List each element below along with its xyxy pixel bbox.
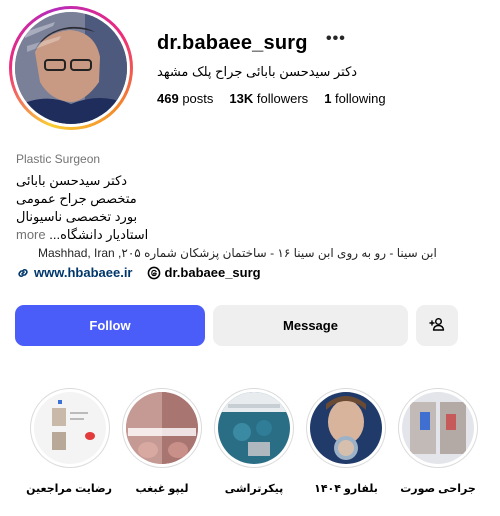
threads-link[interactable]: dr.babaee_surg xyxy=(147,265,261,280)
highlight-ring xyxy=(122,388,202,468)
profile-bio: دکتر سیدحسن بابائی متخصص جراح عمومی بورد… xyxy=(16,172,276,244)
following-number: 1 xyxy=(324,91,332,106)
avatar xyxy=(15,12,127,124)
message-button[interactable]: Message xyxy=(213,305,408,346)
highlight-item[interactable]: رضایت مراجعین xyxy=(26,388,112,495)
highlight-cover xyxy=(126,392,198,464)
highlight-item[interactable]: لیپو غبغب xyxy=(120,388,204,495)
highlight-cover xyxy=(310,392,382,464)
story-highlights: رضایت مراجعین لیپو غبغب پیکرتراشی بلفارو… xyxy=(0,388,500,508)
highlight-label: رضایت مراجعین xyxy=(26,483,112,495)
highlight-label: بلفارو ۱۴۰۴ xyxy=(314,483,378,495)
highlight-ring xyxy=(306,388,386,468)
highlight-item[interactable]: جراحی صورت xyxy=(396,388,480,495)
more-options-icon[interactable]: ••• xyxy=(326,30,346,48)
highlight-cover xyxy=(34,392,106,464)
highlight-item[interactable]: بلفارو ۱۴۰۴ xyxy=(304,388,388,495)
highlight-label: جراحی صورت xyxy=(400,483,476,495)
threads-link-text: dr.babaee_surg xyxy=(164,265,261,280)
website-link-text: www.hbabaee.ir xyxy=(34,265,133,280)
highlight-label: پیکرتراشی xyxy=(224,483,284,495)
bio-line: دکتر سیدحسن بابائی xyxy=(16,173,128,188)
bio-line: بورد تخصصی ناسیونال xyxy=(16,209,138,224)
profile-full-name: دکتر سیدحسن بابائی جراح پلک مشهد xyxy=(157,64,358,79)
bio-more-link[interactable]: more xyxy=(16,227,46,242)
highlight-item[interactable]: پیکرتراشی xyxy=(212,388,296,495)
profile-avatar-ring[interactable] xyxy=(9,6,133,130)
posts-label: posts xyxy=(182,91,214,106)
highlight-ring xyxy=(30,388,110,468)
website-link[interactable]: www.hbabaee.ir xyxy=(16,265,133,280)
link-icon xyxy=(16,266,30,280)
follow-button[interactable]: Follow xyxy=(15,305,205,346)
bio-line-last: استادیار دانشگاه... more xyxy=(16,226,276,244)
highlight-cover xyxy=(402,392,474,464)
posts-count: 469 posts xyxy=(157,91,213,106)
avatar-frame xyxy=(12,9,130,127)
avatar-photo xyxy=(15,12,127,124)
posts-number: 469 xyxy=(157,91,179,106)
bio-line: متخصص جراح عمومی xyxy=(16,191,137,206)
highlight-ring xyxy=(214,388,294,468)
threads-icon xyxy=(147,266,161,280)
highlight-label: لیپو غبغب xyxy=(135,483,189,495)
highlight-ring xyxy=(398,388,478,468)
profile-address: ابن سینا - رو به روی ابن سینا ۱۶ - ساختم… xyxy=(38,246,437,260)
profile-stats: 469 posts 13K followers 1 following xyxy=(157,91,386,106)
profile-category: Plastic Surgeon xyxy=(16,152,101,166)
profile-links: www.hbabaee.ir dr.babaee_surg xyxy=(16,265,261,280)
add-user-icon xyxy=(429,316,445,335)
suggested-users-button[interactable] xyxy=(416,305,458,346)
followers-number: 13K xyxy=(229,91,254,106)
bio-line-text: استادیار دانشگاه... xyxy=(49,227,149,242)
following-label: following xyxy=(335,91,386,106)
followers-count[interactable]: 13K followers xyxy=(229,91,308,106)
profile-username: dr.babaee_surg xyxy=(157,32,308,54)
following-count[interactable]: 1 following xyxy=(324,91,385,106)
followers-label: followers xyxy=(256,91,309,106)
highlight-cover xyxy=(218,392,290,464)
